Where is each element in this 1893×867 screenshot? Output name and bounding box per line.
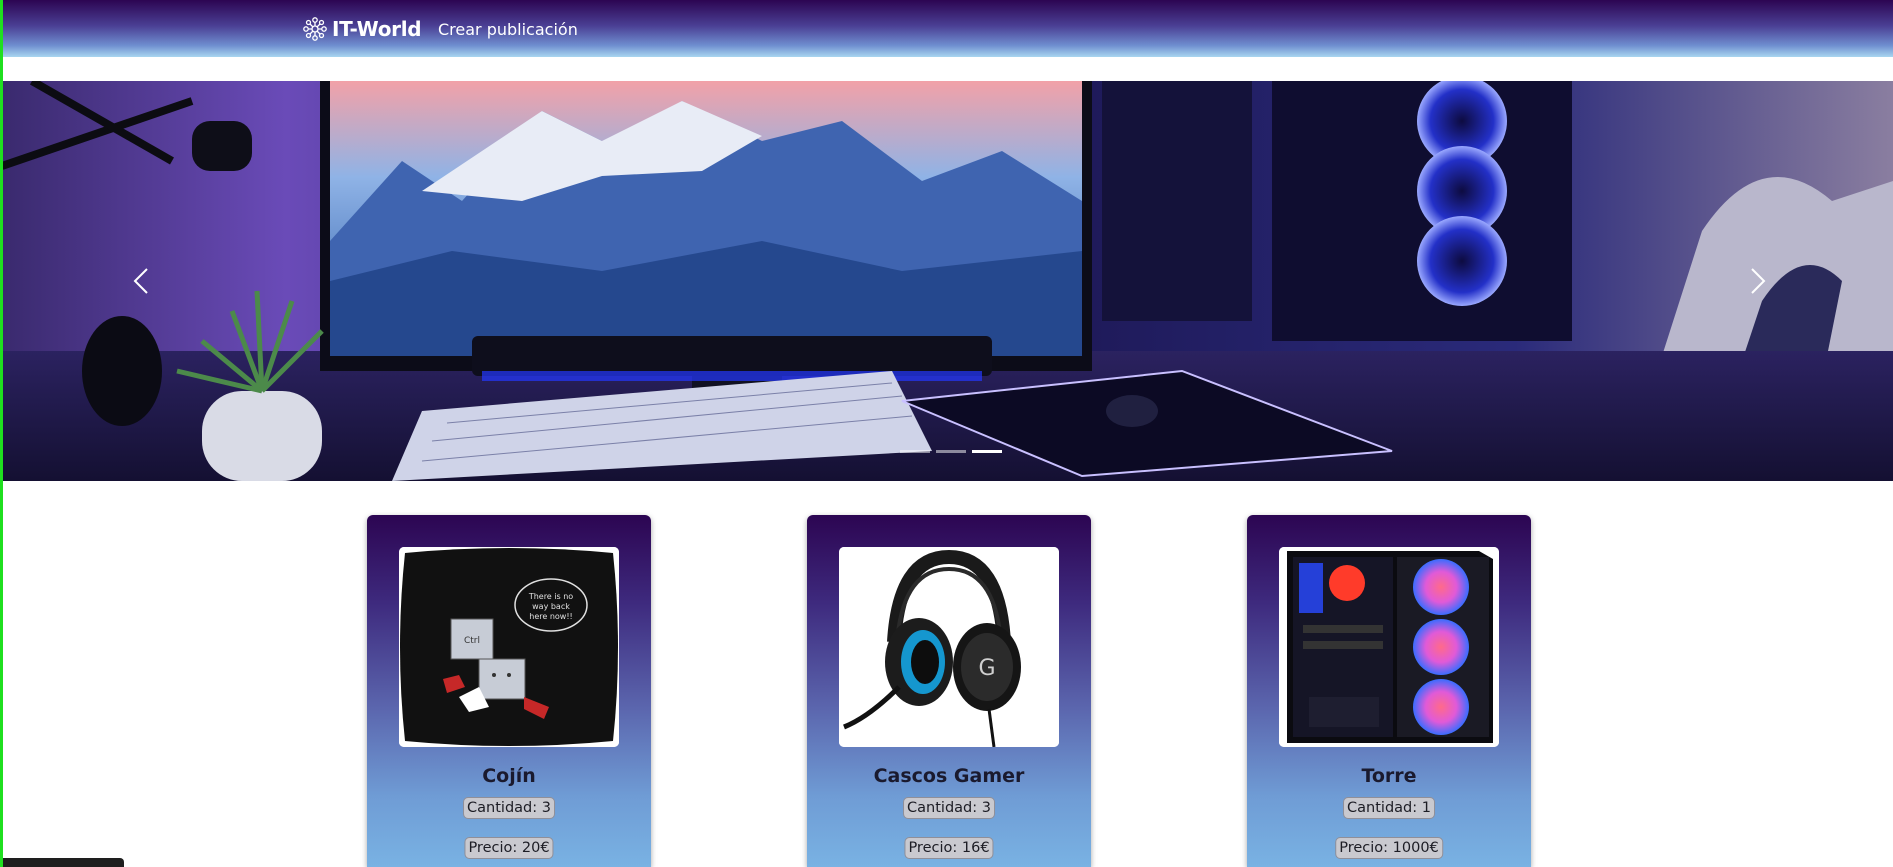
product-price: Precio: 1000€ (1335, 837, 1443, 859)
window-edge (0, 0, 3, 867)
hero-carousel (2, 81, 1893, 481)
pc-tower-image[interactable] (1279, 547, 1499, 747)
carousel-next-button[interactable] (1737, 261, 1777, 301)
svg-text:here now!!: here now!! (529, 612, 573, 621)
svg-text:Ctrl: Ctrl (464, 636, 480, 646)
chevron-right-icon (1751, 268, 1766, 294)
navbar: IT-World Crear publicación (0, 0, 1893, 57)
brand-name: IT-World (332, 17, 422, 41)
carousel-indicators (900, 450, 1002, 453)
carousel-indicator-2[interactable] (936, 450, 966, 453)
svg-text:way back: way back (532, 602, 570, 611)
network-logo-icon (303, 17, 327, 41)
brand-link[interactable]: IT-World (302, 16, 422, 42)
gaming-setup-image (2, 81, 1893, 481)
carousel-indicator-3[interactable] (972, 450, 1002, 453)
product-card[interactable]: Torre Cantidad: 1 Precio: 1000€ (1247, 515, 1531, 867)
carousel-prev-button[interactable] (122, 261, 162, 301)
cushion-image[interactable]: There is no way back here now!! Ctrl (399, 547, 619, 747)
product-quantity: Cantidad: 3 (463, 797, 555, 819)
carousel-indicator-1[interactable] (900, 450, 930, 453)
svg-text:There is no: There is no (528, 592, 573, 601)
svg-text:G: G (978, 656, 995, 681)
product-card[interactable]: There is no way back here now!! Ctrl Coj… (367, 515, 651, 867)
product-price: Precio: 20€ (464, 837, 554, 859)
product-card[interactable]: G Cascos Gamer Cantidad: 3 Precio: 16€ (807, 515, 1091, 867)
product-title: Cascos Gamer (873, 765, 1025, 787)
chevron-left-icon (133, 268, 148, 294)
product-title: Cojín (482, 765, 536, 787)
browser-status-bar (0, 858, 124, 867)
product-quantity: Cantidad: 3 (903, 797, 995, 819)
product-price: Precio: 16€ (904, 837, 994, 859)
create-post-link[interactable]: Crear publicación (438, 20, 578, 39)
product-quantity: Cantidad: 1 (1343, 797, 1435, 819)
headset-image[interactable]: G (839, 547, 1059, 747)
product-title: Torre (1361, 765, 1417, 787)
